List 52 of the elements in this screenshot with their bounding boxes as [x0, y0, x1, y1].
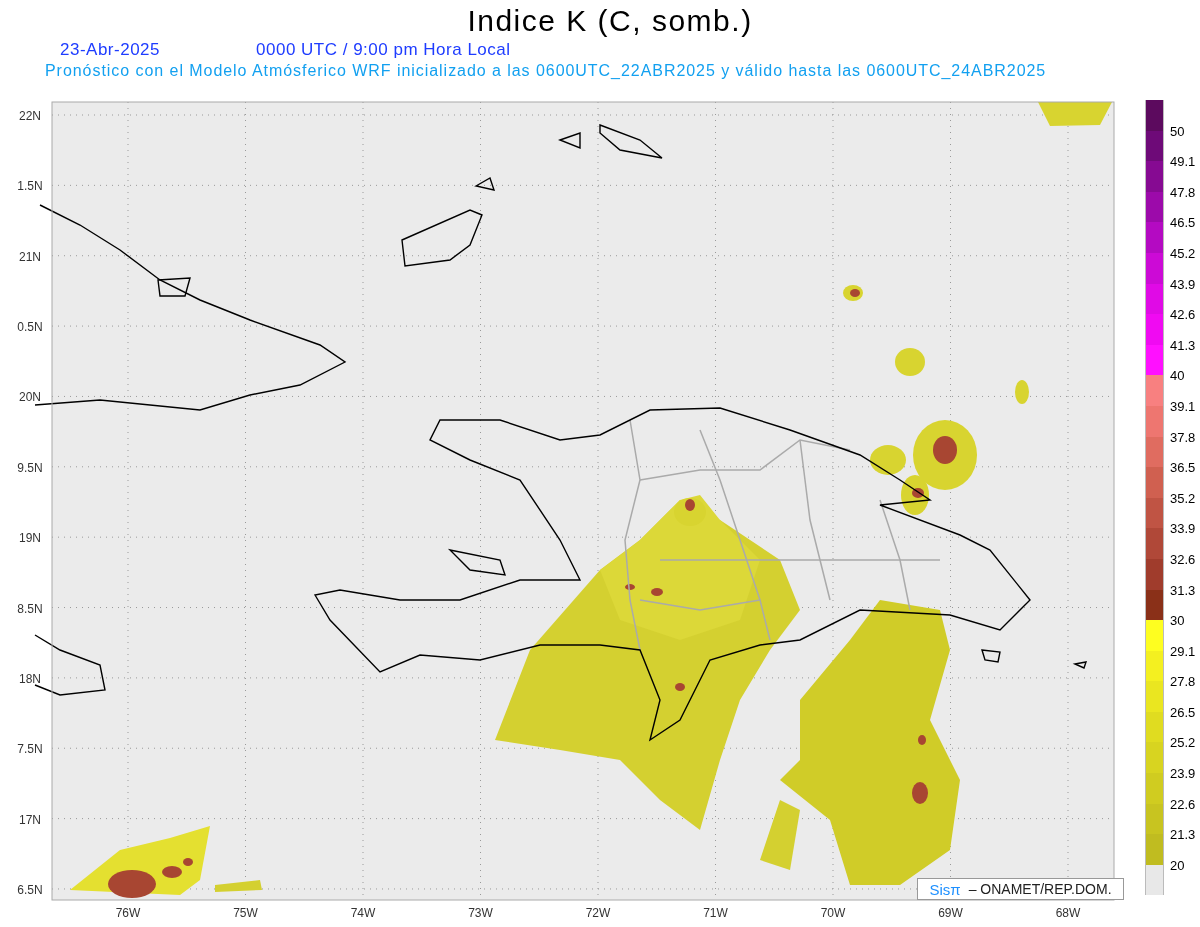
latitude-label: 19N — [19, 531, 41, 546]
scale-value: 35.2 — [1170, 490, 1196, 506]
scale-value: 46.5 — [1170, 215, 1196, 231]
latitude-label: 20N — [19, 390, 41, 405]
forecast-description: Pronóstico con el Modelo Atmósferico WRF inicializado a las 0600UTC_22ABR2025 y válido hasta las 0600UTC_24ABR2025 — [45, 62, 1048, 80]
latitude-label: 1.5N — [17, 179, 43, 194]
scale-value: 30 — [1170, 613, 1185, 629]
scale-value: 27.8 — [1170, 674, 1196, 690]
scale-value: 33.9 — [1170, 521, 1196, 537]
chart-title: Indice K (C, somb.) — [467, 4, 753, 38]
scale-value: 21.3 — [1170, 827, 1196, 843]
scale-value: 32.6 — [1170, 551, 1196, 567]
scale-value: 49.1 — [1170, 154, 1196, 170]
longitude-label: 74W — [350, 906, 376, 920]
scale-value: 43.9 — [1170, 276, 1196, 292]
scale-value: 41.3 — [1170, 337, 1196, 353]
credit-text: – ONAMET/REP.DOM. — [968, 881, 1112, 897]
latitude-label: 6.5N — [17, 882, 43, 897]
scale-value: 37.8 — [1170, 429, 1196, 445]
latitude-label: 17N — [19, 812, 41, 827]
latitude-label: 7.5N — [17, 742, 43, 757]
latitude-label: 9.5N — [17, 460, 43, 475]
latitude-label: 22N — [19, 109, 41, 123]
scale-value: 23.9 — [1170, 766, 1196, 782]
latitude-label: 21N — [19, 249, 41, 264]
forecast-date: 23-Abr-2025 — [60, 40, 160, 60]
brand-label: Sisπ — [929, 880, 961, 898]
longitude-label: 71W — [703, 906, 728, 920]
latitude-label: 18N — [19, 671, 41, 686]
longitude-label: 68W — [1055, 906, 1081, 920]
scale-value: 22.6 — [1170, 796, 1196, 812]
longitude-label: 76W — [115, 906, 141, 920]
scale-value: 20 — [1170, 857, 1185, 873]
scale-value: 25.2 — [1170, 735, 1196, 751]
latitude-label: 8.5N — [17, 601, 43, 616]
scale-value: 36.5 — [1170, 460, 1196, 476]
scale-value: 39.1 — [1170, 398, 1196, 414]
scale-value: 29.1 — [1170, 643, 1196, 659]
scale-value: 31.3 — [1170, 582, 1196, 598]
scale-value: 47.8 — [1170, 184, 1196, 200]
scale-value: 42.6 — [1170, 307, 1196, 323]
longitude-label: 72W — [585, 906, 611, 920]
latitude-label: 0.5N — [17, 320, 43, 335]
longitude-label: 73W — [468, 906, 493, 920]
scale-value: 50 — [1170, 123, 1185, 139]
longitude-label: 69W — [938, 906, 963, 920]
longitude-label: 75W — [233, 906, 258, 920]
scale-value: 45.2 — [1170, 245, 1196, 261]
longitude-label: 70W — [820, 906, 846, 920]
scale-value: 26.5 — [1170, 704, 1196, 720]
forecast-time: 0000 UTC / 9:00 pm Hora Local — [256, 40, 511, 60]
scale-value: 40 — [1170, 368, 1185, 384]
